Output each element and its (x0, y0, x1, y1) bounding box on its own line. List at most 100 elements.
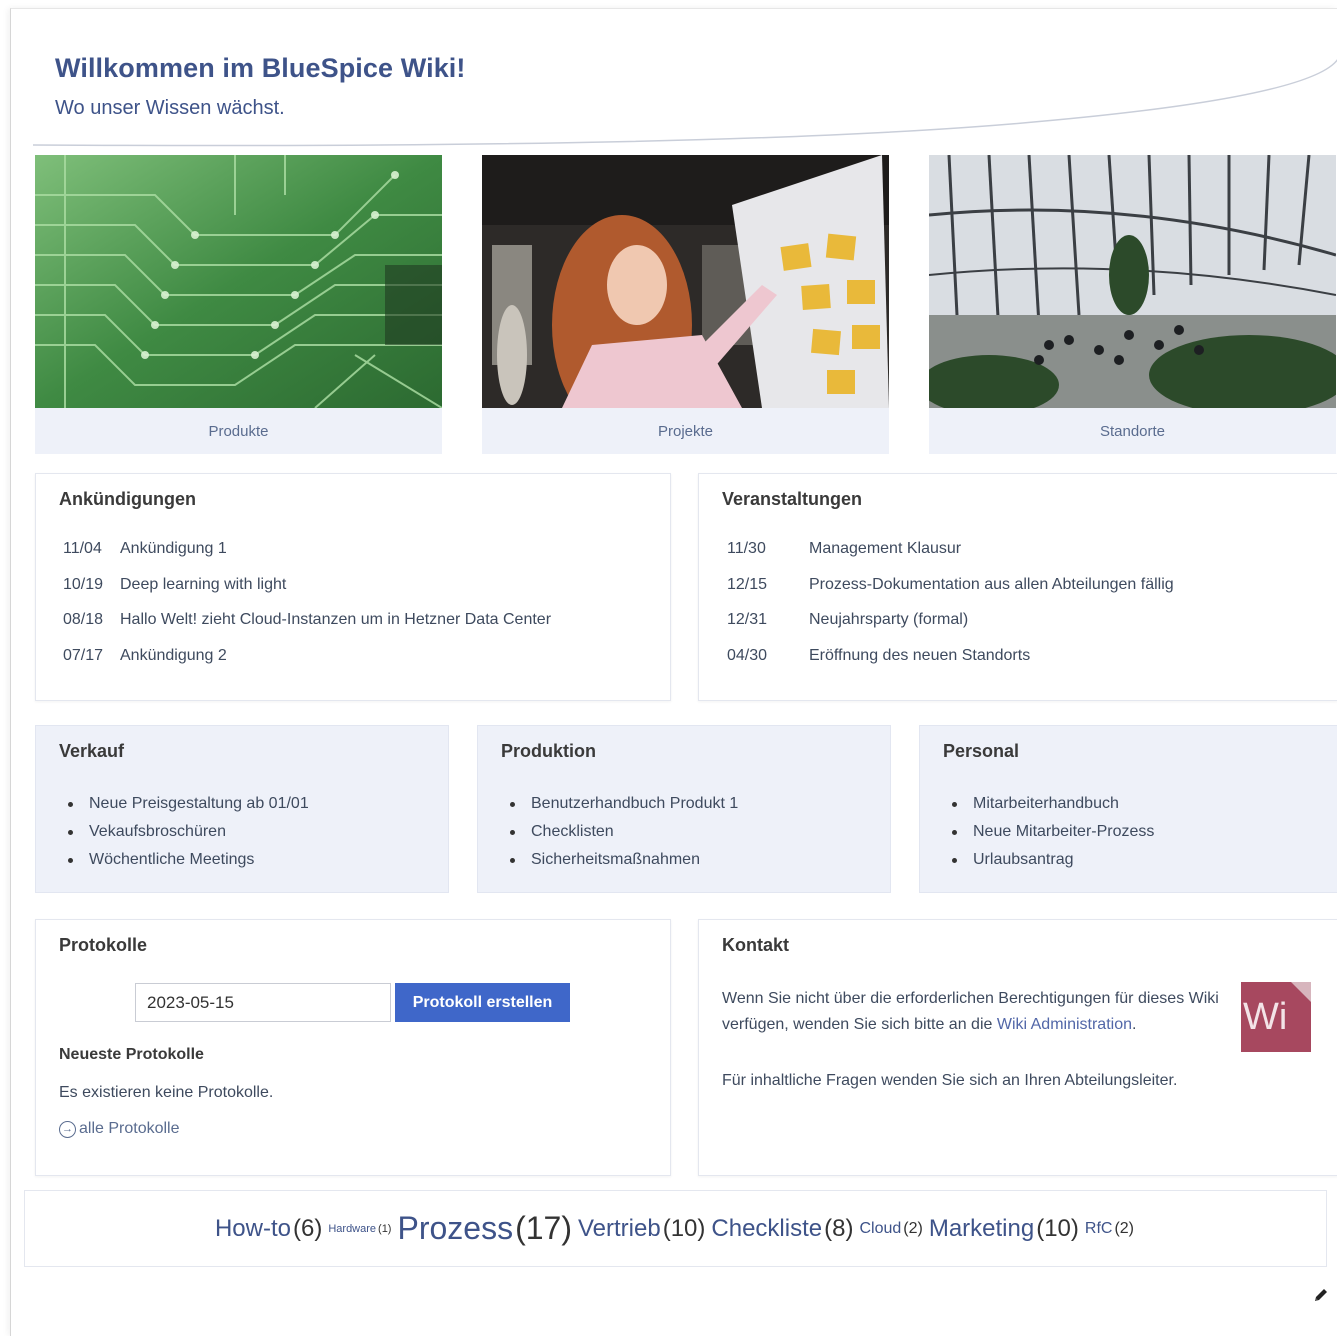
announcements-heading: Ankündigungen (59, 489, 196, 509)
department-card-verkauf: Verkauf Neue Preisgestaltung ab 01/01 Ve… (35, 725, 449, 893)
page-title: Willkommen im BlueSpice Wiki! (55, 53, 466, 83)
wiki-logo: Wi (1241, 982, 1311, 1052)
protocol-date-input[interactable]: 2023-05-15 (135, 983, 391, 1022)
list-item[interactable]: Checklisten (506, 818, 738, 846)
item-link[interactable]: Mitarbeiterhandbuch (973, 795, 1119, 813)
create-protocol-button[interactable]: Protokoll erstellen (395, 983, 570, 1022)
item-link[interactable]: Urlaubsantrag (973, 851, 1074, 869)
tag-count: (2) (1114, 1219, 1135, 1237)
contact-text-part: . (1132, 1016, 1137, 1033)
tile-caption[interactable]: Produkte (35, 408, 442, 454)
item-date: 11/30 (727, 540, 766, 557)
list-item[interactable]: 10/19 Deep learning with light (63, 576, 551, 612)
list-item[interactable]: 12/31 Neujahrsparty (formal) (727, 611, 1174, 647)
tag-link[interactable]: Cloud (859, 1220, 901, 1238)
contact-permission-text: Wenn Sie nicht über die erforderlichen B… (722, 986, 1222, 1038)
tag-link[interactable]: Prozess (397, 1210, 513, 1247)
item-link[interactable]: Checklisten (531, 823, 614, 841)
contact-card: Kontakt Wenn Sie nicht über die erforder… (698, 919, 1337, 1176)
department-list: Neue Preisgestaltung ab 01/01 Vekaufsbro… (64, 790, 309, 874)
item-link[interactable]: Eröffnung des neuen Standorts (809, 647, 1030, 683)
item-link[interactable]: Wöchentliche Meetings (89, 851, 254, 869)
page-subtitle: Wo unser Wissen wächst. (55, 97, 285, 119)
department-heading: Personal (943, 741, 1020, 761)
all-protocols-label[interactable]: alle Protokolle (79, 1120, 180, 1138)
list-item[interactable]: Neue Preisgestaltung ab 01/01 (64, 790, 309, 818)
item-date: 04/30 (727, 646, 768, 664)
list-item[interactable]: Wöchentliche Meetings (64, 846, 309, 874)
bullet-icon (952, 857, 957, 863)
list-item[interactable]: 04/30 Eröffnung des neuen Standorts (727, 647, 1174, 683)
contact-questions-text: Für inhaltliche Fragen wenden Sie sich a… (722, 1072, 1178, 1089)
department-list: Mitarbeiterhandbuch Neue Mitarbeiter-Pro… (948, 790, 1154, 874)
item-link[interactable]: Ankündigung 2 (120, 647, 227, 683)
item-link[interactable]: Prozess-Dokumentation aus allen Abteilun… (809, 576, 1174, 612)
bullet-icon (952, 829, 957, 835)
item-date: 12/15 (727, 575, 768, 593)
item-link[interactable]: Neue Preisgestaltung ab 01/01 (89, 795, 309, 813)
list-item[interactable]: 11/04 Ankündigung 1 (63, 540, 551, 576)
item-link[interactable]: Hallo Welt! zieht Cloud-Instanzen um in … (120, 611, 551, 647)
all-protocols-link[interactable]: → alle Protokolle (59, 1120, 180, 1138)
hero-divider-curve (32, 59, 1337, 147)
events-list: 11/30 Management Klausur 12/15 Prozess-Dok… (727, 540, 1174, 682)
main-content-frame: Willkommen im BlueSpice Wiki! Wo unser W… (10, 8, 1337, 1336)
circuit-board-image (35, 155, 442, 408)
item-link[interactable]: Management Klausur (809, 540, 961, 576)
item-date: 11/04 (63, 540, 102, 557)
tag-count: (1) (378, 1222, 392, 1235)
item-link[interactable]: Sicherheitsmaßnahmen (531, 851, 700, 869)
bullet-icon (952, 801, 957, 807)
item-link[interactable]: Ankündigung 1 (120, 540, 227, 576)
contact-heading: Kontakt (722, 935, 789, 955)
list-item[interactable]: 11/30 Management Klausur (727, 540, 1174, 576)
item-link[interactable]: Deep learning with light (120, 576, 286, 612)
events-card: Veranstaltungen 11/30 Management Klausur … (698, 473, 1337, 701)
list-item[interactable]: Sicherheitsmaßnahmen (506, 846, 738, 874)
tag-count: (2) (903, 1219, 923, 1237)
item-date: 12/31 (727, 611, 768, 628)
tag-link[interactable]: Checkliste (711, 1215, 822, 1243)
tag-link[interactable]: Hardware (328, 1223, 376, 1235)
bullet-icon (510, 857, 515, 863)
contact-text-part: Wenn Sie nicht über die erforderlichen B… (722, 990, 1219, 1033)
list-item[interactable]: 08/18 Hallo Welt! zieht Cloud-Instanzen u… (63, 611, 551, 647)
item-link[interactable]: Benutzerhandbuch Produkt 1 (531, 795, 738, 813)
tag-link[interactable]: RfC (1085, 1220, 1113, 1238)
bullet-icon (510, 801, 515, 807)
department-card-produktion: Produktion Benutzerhandbuch Produkt 1 Ch… (477, 725, 891, 893)
tag-count: (10) (662, 1214, 706, 1242)
announcements-list: 11/04 Ankündigung 1 10/19 Deep learning wi… (63, 540, 551, 682)
bullet-icon (510, 829, 515, 835)
item-link[interactable]: Neue Mitarbeiter-Prozess (973, 823, 1154, 841)
department-card-personal: Personal Mitarbeiterhandbuch Neue Mitarb… (919, 725, 1337, 893)
tile-produkte[interactable]: Produkte (35, 155, 442, 454)
list-item[interactable]: Mitarbeiterhandbuch (948, 790, 1154, 818)
list-item[interactable]: Benutzerhandbuch Produkt 1 (506, 790, 738, 818)
tile-caption[interactable]: Standorte (929, 408, 1336, 454)
list-item[interactable]: Neue Mitarbeiter-Prozess (948, 818, 1154, 846)
bullet-icon (68, 857, 73, 863)
tile-standorte[interactable]: Standorte (929, 155, 1336, 454)
item-link[interactable]: Vekaufsbroschüren (89, 823, 226, 841)
list-item[interactable]: 07/17 Ankündigung 2 (63, 647, 551, 683)
tile-projekte[interactable]: Projekte (482, 155, 889, 454)
department-list: Benutzerhandbuch Produkt 1 Checklisten S… (506, 790, 738, 874)
wiki-administration-link[interactable]: Wiki Administration (997, 1016, 1132, 1033)
list-item[interactable]: 12/15 Prozess-Dokumentation aus allen Abt… (727, 576, 1174, 612)
tag-link[interactable]: How-to (215, 1215, 291, 1243)
tag-link[interactable]: Marketing (929, 1215, 1034, 1243)
tag-count: (17) (515, 1210, 572, 1246)
tag-link[interactable]: Vertrieb (578, 1215, 661, 1243)
list-item[interactable]: Urlaubsantrag (948, 846, 1154, 874)
department-heading: Produktion (501, 741, 596, 761)
list-item[interactable]: Vekaufsbroschüren (64, 818, 309, 846)
hero-banner: Willkommen im BlueSpice Wiki! Wo unser W… (11, 9, 1337, 159)
tag-count: (6) (293, 1214, 323, 1242)
item-link[interactable]: Neujahrsparty (formal) (809, 611, 968, 647)
office-atrium-image (929, 155, 1336, 408)
arrow-circle-icon: → (59, 1120, 76, 1138)
pencil-icon[interactable] (1313, 1287, 1329, 1303)
item-date: 08/18 (63, 611, 104, 628)
tile-caption[interactable]: Projekte (482, 408, 889, 454)
